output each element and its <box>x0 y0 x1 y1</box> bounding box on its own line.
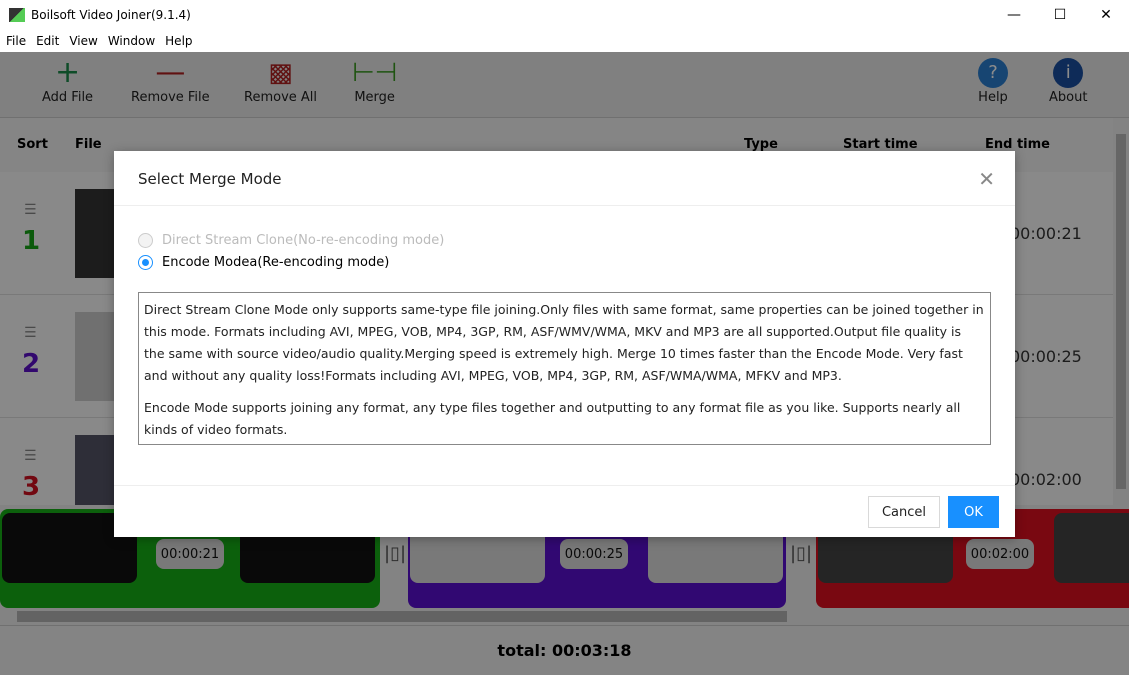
window-title: Boilsoft Video Joiner(9.1.4) <box>31 8 191 22</box>
mode-description: Direct Stream Clone Mode only supports s… <box>138 292 991 445</box>
ok-button[interactable]: OK <box>948 496 999 528</box>
radio-circle <box>138 233 153 248</box>
radio-label: Direct Stream Clone(No-re-encoding mode) <box>162 233 445 248</box>
menu-file[interactable]: File <box>6 34 26 48</box>
description-direct: Direct Stream Clone Mode only supports s… <box>144 302 984 383</box>
menu-edit[interactable]: Edit <box>36 34 59 48</box>
direct-stream-clone-radio[interactable]: Direct Stream Clone(No-re-encoding mode) <box>138 233 444 248</box>
menu-view[interactable]: View <box>69 34 97 48</box>
app-icon <box>9 8 25 22</box>
description-encode: Encode Mode supports joining any format,… <box>144 400 961 437</box>
merge-mode-dialog: Select Merge Mode ✕ Direct Stream Clone(… <box>114 151 1015 537</box>
menu-window[interactable]: Window <box>108 34 155 48</box>
close-icon[interactable]: ✕ <box>978 167 995 191</box>
minimize-button[interactable]: — <box>991 0 1037 30</box>
menu-bar: File Edit View Window Help <box>0 30 1129 52</box>
radio-circle <box>138 255 153 270</box>
divider <box>114 205 1015 206</box>
dialog-title: Select Merge Mode <box>138 170 282 188</box>
cancel-button[interactable]: Cancel <box>868 496 940 528</box>
maximize-button[interactable]: ☐ <box>1037 0 1083 30</box>
encode-mode-radio[interactable]: Encode Modea(Re-encoding mode) <box>138 255 389 270</box>
radio-label: Encode Modea(Re-encoding mode) <box>162 255 390 270</box>
app-window: Boilsoft Video Joiner(9.1.4) — ☐ ✕ File … <box>0 0 1129 675</box>
title-bar: Boilsoft Video Joiner(9.1.4) — ☐ ✕ <box>0 0 1129 30</box>
menu-help[interactable]: Help <box>165 34 192 48</box>
close-button[interactable]: ✕ <box>1083 0 1129 30</box>
divider <box>114 485 1015 486</box>
